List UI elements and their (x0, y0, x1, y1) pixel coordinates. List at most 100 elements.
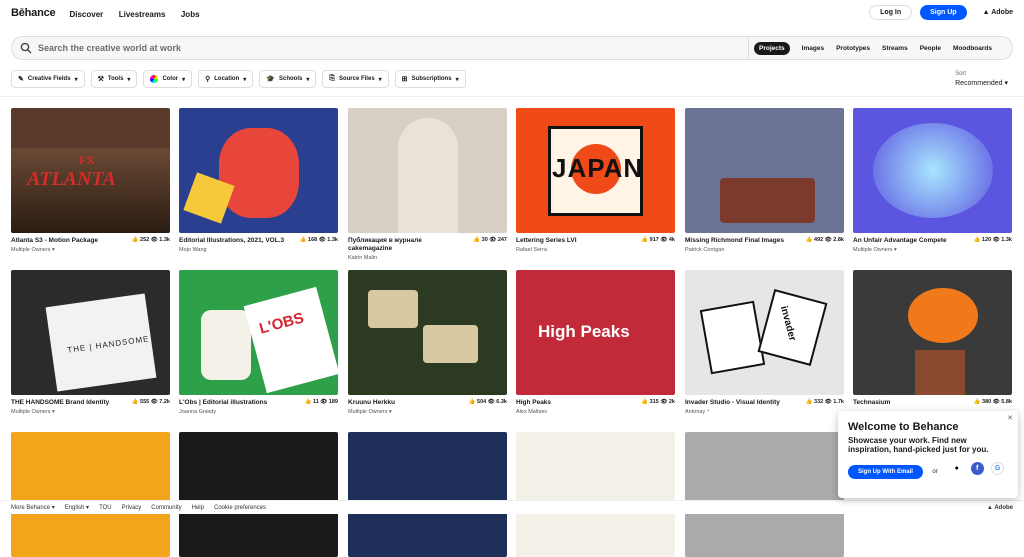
project-title[interactable]: Atlanta S3 - Motion Package (11, 237, 98, 245)
footer-community[interactable]: Community (151, 505, 181, 511)
filter-color[interactable]: Color ▾ (143, 70, 193, 88)
project-thumbnail[interactable] (685, 432, 844, 557)
project-card[interactable] (516, 432, 675, 557)
signup-button[interactable]: Sign Up (920, 5, 967, 20)
tab-moodboards[interactable]: Moodboards (953, 45, 992, 52)
project-title[interactable]: Editorial Illustrations, 2021, VOL.3 (179, 237, 284, 245)
project-card[interactable]: invader Invader Studio - Visual Identity A… (685, 270, 844, 415)
project-card[interactable]: Kruunu Herkku Multiple Owners ▾ 👍 504 👁 6.… (348, 270, 507, 415)
project-card[interactable]: JAPAN Lettering Series LVI Rafael Serra 👍 9… (516, 108, 675, 253)
chevron-down-icon: ▾ (1004, 80, 1008, 87)
project-card[interactable]: THE | HANDSOME THE HANDSOME Brand Identit… (11, 270, 170, 415)
project-thumbnail[interactable] (179, 432, 338, 557)
project-thumbnail[interactable]: JAPAN (516, 108, 675, 233)
project-thumbnail[interactable]: High Peaks (516, 270, 675, 395)
project-card[interactable]: Публикация в журнале cakemagazine Katrin … (348, 108, 507, 261)
project-thumbnail[interactable]: invader (685, 270, 844, 395)
nav-livestreams[interactable]: Livestreams (119, 10, 166, 19)
project-thumbnail[interactable] (516, 432, 675, 557)
project-card[interactable] (685, 432, 844, 557)
apple-icon[interactable]: ● (950, 462, 964, 476)
thumbs-up-icon: 👍 (304, 399, 312, 405)
project-thumbnail[interactable] (853, 108, 1012, 233)
project-title[interactable]: Публикация в журнале cakemagazine (348, 237, 458, 253)
filter-subscriptions[interactable]: ⊞ Subscriptions ▾ (394, 70, 466, 88)
project-info: Kruunu Herkku Multiple Owners ▾ (348, 399, 395, 415)
footer-cookie-preferences[interactable]: Cookie preferences (214, 505, 266, 511)
project-thumbnail[interactable]: THE | HANDSOME (11, 270, 170, 395)
project-owner[interactable]: Mojo Wang (179, 247, 284, 253)
nav-discover[interactable]: Discover (69, 10, 103, 19)
project-card[interactable]: An Unfair Advantage Compete Multiple Owne… (853, 108, 1012, 253)
footer-more-behance[interactable]: More Behance ▾ (11, 504, 55, 511)
project-card[interactable] (11, 432, 170, 557)
project-title[interactable]: Kruunu Herkku (348, 399, 395, 407)
project-thumbnail[interactable] (348, 432, 507, 557)
close-icon[interactable]: ✕ (1007, 414, 1013, 422)
footer-language[interactable]: English ▾ (65, 504, 89, 511)
project-thumbnail[interactable]: FX ATLANTA (11, 108, 170, 233)
project-thumbnail[interactable] (11, 432, 170, 557)
tab-projects[interactable]: Projects (754, 41, 790, 55)
project-card[interactable]: L'OBS L'Obs | Editorial illustrations Joan… (179, 270, 338, 415)
project-card[interactable]: Technasium 👍 380 👁 5.8k (853, 270, 1012, 409)
tab-streams[interactable]: Streams (882, 45, 908, 52)
project-owner[interactable]: Antonay ⁴ (685, 409, 780, 415)
project-title[interactable]: High Peaks (516, 399, 551, 407)
search-input[interactable]: Search the creative world at work (38, 43, 181, 53)
login-button[interactable]: Log In (869, 5, 913, 20)
footer-help[interactable]: Help (192, 505, 204, 511)
like-count: 11 (312, 399, 319, 405)
project-owner[interactable]: Multiple Owners ▾ (853, 247, 947, 253)
project-title[interactable]: An Unfair Advantage Compete (853, 237, 947, 245)
sort-dropdown[interactable]: Sort Recommended ▾ (955, 71, 1008, 87)
tab-people[interactable]: People (920, 45, 941, 52)
project-title[interactable]: THE HANDSOME Brand Identity (11, 399, 109, 407)
project-thumbnail[interactable] (348, 108, 507, 233)
project-owner[interactable]: Joanna Gniady (179, 409, 267, 415)
adobe-link[interactable]: ▲ Adobe (983, 9, 1013, 16)
project-card[interactable]: High Peaks High Peaks Alex Maltsev 👍 315 👁 … (516, 270, 675, 415)
nav-jobs[interactable]: Jobs (181, 10, 200, 19)
project-owner[interactable]: Rafael Serra (516, 247, 577, 253)
project-thumbnail[interactable] (179, 108, 338, 233)
behance-logo[interactable]: Bēhance (11, 7, 56, 19)
filter-source-files[interactable]: ⎘ Source Files ▾ (322, 70, 389, 88)
project-owner[interactable]: Katrin Malin (348, 255, 458, 261)
tab-prototypes[interactable]: Prototypes (836, 45, 870, 52)
project-thumbnail[interactable] (685, 108, 844, 233)
like-count: 120 (982, 237, 992, 243)
project-title[interactable]: Lettering Series LVI (516, 237, 577, 245)
facebook-icon[interactable]: f (970, 462, 984, 476)
filter-location[interactable]: ⚲ Location ▾ (198, 70, 254, 88)
project-owner[interactable]: Multiple Owners ▾ (11, 247, 98, 253)
project-thumbnail[interactable]: L'OBS (179, 270, 338, 395)
project-card[interactable]: FX ATLANTA Atlanta S3 - Motion Package Mult… (11, 108, 170, 253)
project-owner[interactable]: Alex Maltsev (516, 409, 551, 415)
sort-value: Recommended ▾ (955, 79, 1008, 87)
project-title[interactable]: Missing Richmond Final Images (685, 237, 784, 245)
project-thumbnail[interactable] (348, 270, 507, 395)
filter-creative-fields[interactable]: ✎ Creative Fields ▾ (11, 70, 85, 88)
project-owner[interactable]: Multiple Owners ▾ (348, 409, 395, 415)
project-card[interactable] (348, 432, 507, 557)
project-card[interactable]: Editorial Illustrations, 2021, VOL.3 Mojo… (179, 108, 338, 253)
project-info: Публикация в журнале cakemagazine Katrin … (348, 237, 458, 261)
filter-tools[interactable]: ⚒ Tools ▾ (90, 70, 138, 88)
signup-email-button[interactable]: Sign Up With Email (848, 465, 923, 479)
project-title[interactable]: Invader Studio - Visual Identity (685, 399, 780, 407)
footer-adobe[interactable]: ▲ Adobe (987, 505, 1013, 511)
google-icon[interactable]: G (991, 462, 1005, 476)
project-title[interactable]: L'Obs | Editorial illustrations (179, 399, 267, 407)
project-card[interactable] (179, 432, 338, 557)
filter-schools[interactable]: 🎓 Schools ▾ (259, 70, 317, 88)
project-owner[interactable]: Multiple Owners ▾ (11, 409, 109, 415)
tab-images[interactable]: Images (802, 45, 824, 52)
footer-privacy[interactable]: Privacy (122, 505, 142, 511)
project-thumbnail[interactable] (853, 270, 1012, 395)
project-card[interactable]: Missing Richmond Final Images Patrick Cor… (685, 108, 844, 253)
project-title[interactable]: Technasium (853, 399, 890, 407)
search-bar[interactable]: Search the creative world at work Projec… (11, 36, 1013, 60)
project-owner[interactable]: Patrick Corrigan (685, 247, 784, 253)
footer-tou[interactable]: TOU (99, 505, 112, 511)
